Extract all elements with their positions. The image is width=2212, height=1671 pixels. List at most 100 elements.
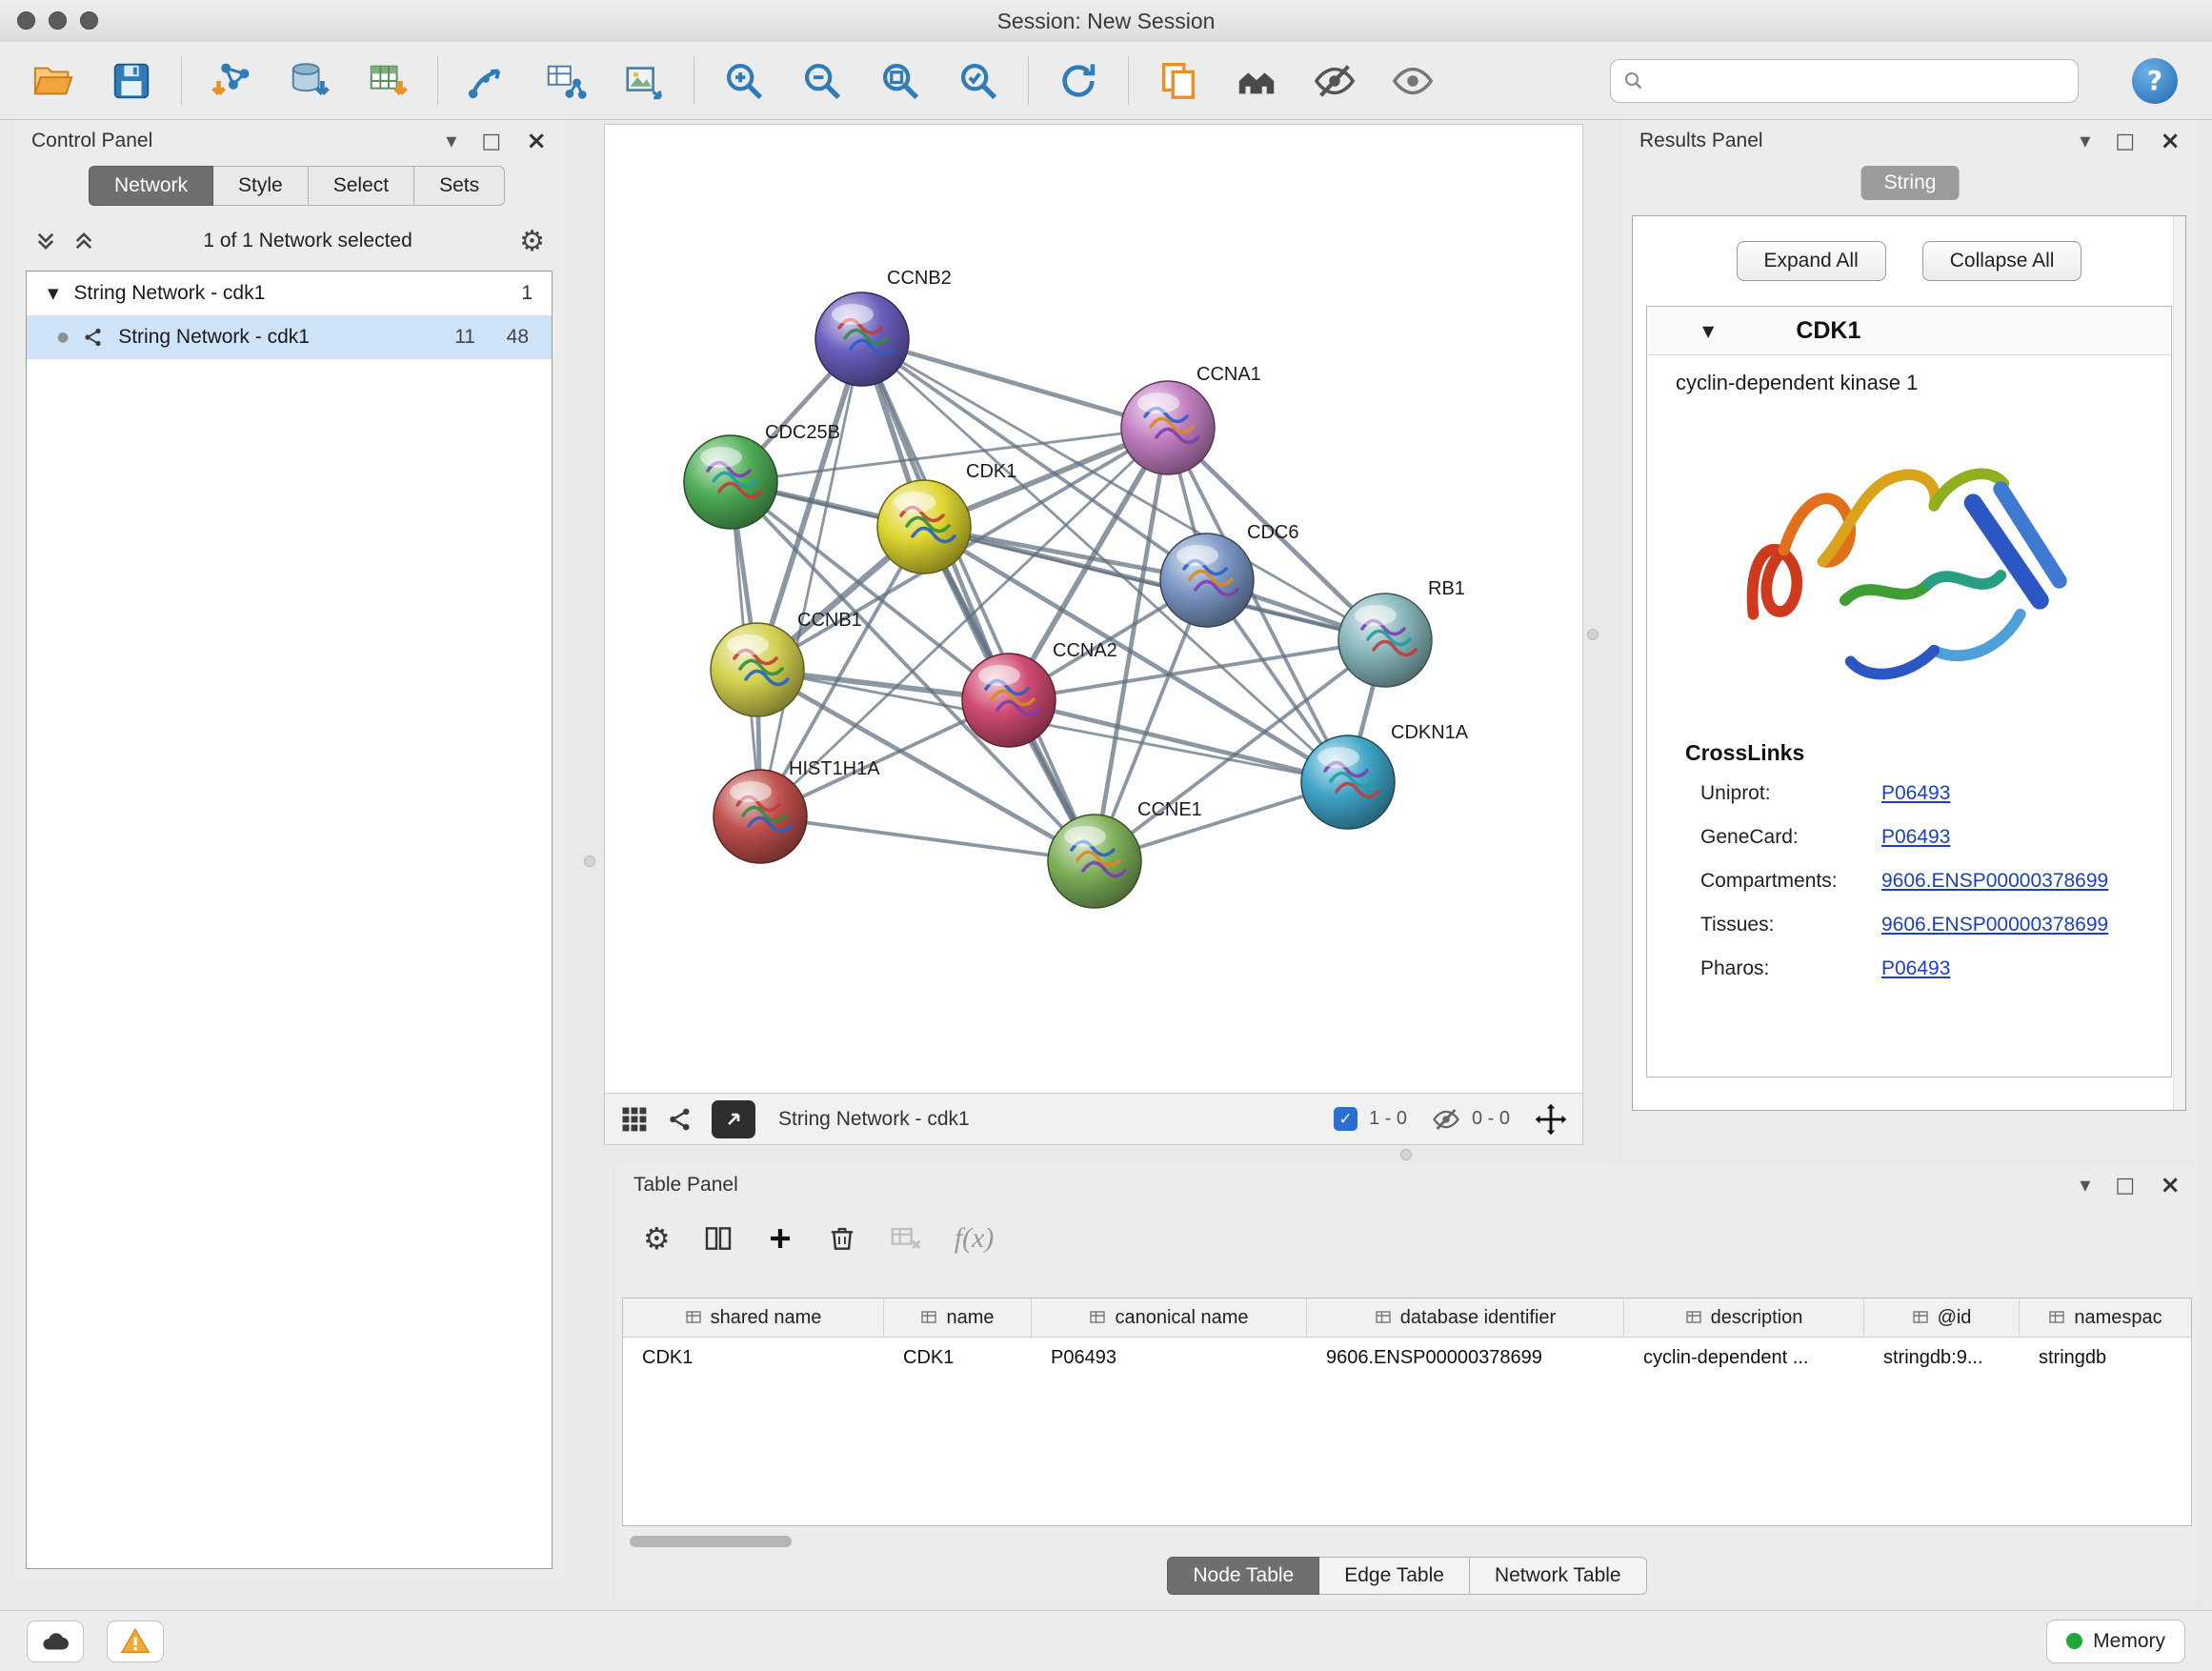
column-header-shared-name[interactable]: shared name (623, 1299, 884, 1337)
uniprot-link[interactable]: P06493 (1881, 782, 1950, 805)
delete-column-trash-icon[interactable] (827, 1223, 857, 1254)
main-toolbar: ? (0, 42, 2212, 120)
table-row[interactable]: CDK1 CDK1 P06493 9606.ENSP00000378699 cy… (623, 1338, 2191, 1378)
section-collapse-icon[interactable]: ▼ (1702, 322, 1714, 340)
column-header-description[interactable]: description (1624, 1299, 1864, 1337)
network-share-icon[interactable] (666, 1105, 694, 1134)
results-scrollbar[interactable] (2173, 216, 2185, 1110)
column-header-name[interactable]: name (884, 1299, 1032, 1337)
panel-close-icon[interactable]: × (526, 127, 547, 155)
network-node-HIST1H1A[interactable]: HIST1H1A (714, 758, 880, 863)
selected-checkbox[interactable]: ✓ (1334, 1107, 1357, 1131)
zoom-in-icon (722, 59, 766, 103)
clone-network-button[interactable] (1150, 52, 1207, 110)
open-session-button[interactable] (25, 52, 82, 110)
table-panel-title: Table Panel (633, 1174, 738, 1197)
network-edge[interactable] (862, 339, 1168, 428)
column-header-database-identifier[interactable]: database identifier (1307, 1299, 1624, 1337)
expand-all-icon[interactable] (71, 229, 96, 253)
panel-resize-handle[interactable] (584, 856, 595, 867)
collapse-all-button[interactable]: Collapse All (1922, 241, 2082, 281)
panel-menu-icon[interactable]: ▾ (446, 130, 456, 153)
zoom-out-button[interactable] (794, 52, 851, 110)
panel-resize-handle[interactable] (1587, 629, 1599, 640)
crosslink-label: Pharos: (1700, 957, 1881, 980)
collapse-all-icon[interactable] (33, 229, 58, 253)
cloud-status-button[interactable] (27, 1621, 84, 1662)
grid-view-icon[interactable] (620, 1105, 649, 1134)
network-edge[interactable] (862, 339, 1095, 861)
search-input[interactable] (1655, 69, 2066, 93)
network-node-CCNB1[interactable]: CCNB1 (711, 610, 862, 716)
zoom-selected-button[interactable] (950, 52, 1007, 110)
network-edge[interactable] (760, 816, 1095, 861)
hide-details-button[interactable] (1306, 52, 1363, 110)
warnings-button[interactable] (107, 1621, 164, 1662)
network-canvas[interactable]: CCNB2CCNA1CDC25BCDK1CDC6RB1CCNB1CCNA2CDK… (605, 125, 1582, 1093)
panel-menu-icon[interactable]: ▾ (2080, 1174, 2090, 1198)
export-image-button[interactable] (615, 52, 673, 110)
network-collection-row[interactable]: ▼ String Network - cdk1 1 (27, 272, 552, 315)
expand-all-button[interactable]: Expand All (1737, 241, 1886, 281)
tissues-link[interactable]: 9606.ENSP00000378699 (1881, 914, 2108, 936)
refresh-network-button[interactable] (1050, 52, 1107, 110)
function-builder-button[interactable]: f(x) (955, 1222, 995, 1255)
add-column-icon[interactable] (766, 1224, 794, 1253)
tab-style[interactable]: Style (213, 166, 309, 206)
tab-select[interactable]: Select (309, 166, 414, 206)
network-node-CDC6[interactable]: CDC6 (1160, 522, 1298, 627)
compartments-link[interactable]: 9606.ENSP00000378699 (1881, 870, 2108, 893)
table-network-button[interactable] (537, 52, 594, 110)
network-node-CCNB2[interactable]: CCNB2 (815, 268, 952, 386)
scrollbar-thumb[interactable] (630, 1536, 792, 1547)
network-edge[interactable] (760, 339, 862, 816)
panel-resize-handle[interactable] (1400, 1149, 1412, 1160)
detach-view-button[interactable] (712, 1100, 755, 1138)
hidden-eye-slash-icon[interactable] (1432, 1105, 1460, 1134)
show-columns-icon[interactable] (703, 1223, 734, 1254)
genecard-link[interactable]: P06493 (1881, 826, 1950, 849)
tab-edge-table[interactable]: Edge Table (1319, 1557, 1470, 1595)
move-crosshair-icon[interactable] (1535, 1103, 1567, 1136)
pharos-link[interactable]: P06493 (1881, 957, 1950, 980)
network-options-gear-icon[interactable]: ⚙ (519, 225, 545, 258)
zoom-fit-button[interactable] (872, 52, 929, 110)
column-header-canonical-name[interactable]: canonical name (1032, 1299, 1307, 1337)
tab-network[interactable]: Network (89, 166, 213, 206)
memory-button[interactable]: Memory (2046, 1620, 2185, 1663)
help-button[interactable]: ? (2132, 58, 2178, 104)
string-results-tab[interactable]: String (1861, 166, 1960, 200)
network-node-CCNA1[interactable]: CCNA1 (1121, 364, 1261, 474)
tab-sets[interactable]: Sets (414, 166, 505, 206)
network-node-count: 11 (454, 326, 475, 349)
tree-expand-icon[interactable]: ▼ (48, 285, 59, 302)
network-node-RB1[interactable]: RB1 (1338, 578, 1465, 687)
panel-menu-icon[interactable]: ▾ (2080, 130, 2090, 153)
save-session-button[interactable] (103, 52, 160, 110)
show-details-button[interactable] (1384, 52, 1441, 110)
import-network-database-button[interactable] (281, 52, 338, 110)
import-table-file-button[interactable] (359, 52, 416, 110)
column-header-namespace[interactable]: namespac (2020, 1299, 2191, 1337)
network-node-CDK1[interactable]: CDK1 (877, 461, 1016, 574)
network-tree: ▼ String Network - cdk1 1 ● String Netwo… (26, 271, 553, 1569)
panel-float-icon[interactable]: □ (2115, 1174, 2135, 1198)
zoom-in-button[interactable] (715, 52, 773, 110)
import-network-file-button[interactable] (203, 52, 260, 110)
panel-float-icon[interactable]: □ (2115, 130, 2135, 153)
tab-node-table[interactable]: Node Table (1167, 1557, 1319, 1595)
table-horizontal-scrollbar[interactable] (622, 1534, 2192, 1549)
home-button[interactable] (1228, 52, 1285, 110)
panel-close-icon[interactable]: × (2160, 1171, 2181, 1199)
table-options-gear-icon[interactable]: ⚙ (643, 1220, 671, 1257)
network-row-selected[interactable]: ● String Network - cdk1 11 48 (27, 315, 552, 359)
panel-close-icon[interactable]: × (2160, 127, 2181, 155)
tab-network-table[interactable]: Network Table (1470, 1557, 1647, 1595)
column-header-id[interactable]: @id (1864, 1299, 2020, 1337)
panel-float-icon[interactable]: □ (481, 130, 501, 153)
network-arrows-button[interactable] (459, 52, 516, 110)
network-edge[interactable] (1009, 700, 1348, 782)
eye-slash-icon (1313, 59, 1357, 103)
node-label: CCNA1 (1196, 364, 1261, 385)
search-box (1610, 59, 2079, 103)
